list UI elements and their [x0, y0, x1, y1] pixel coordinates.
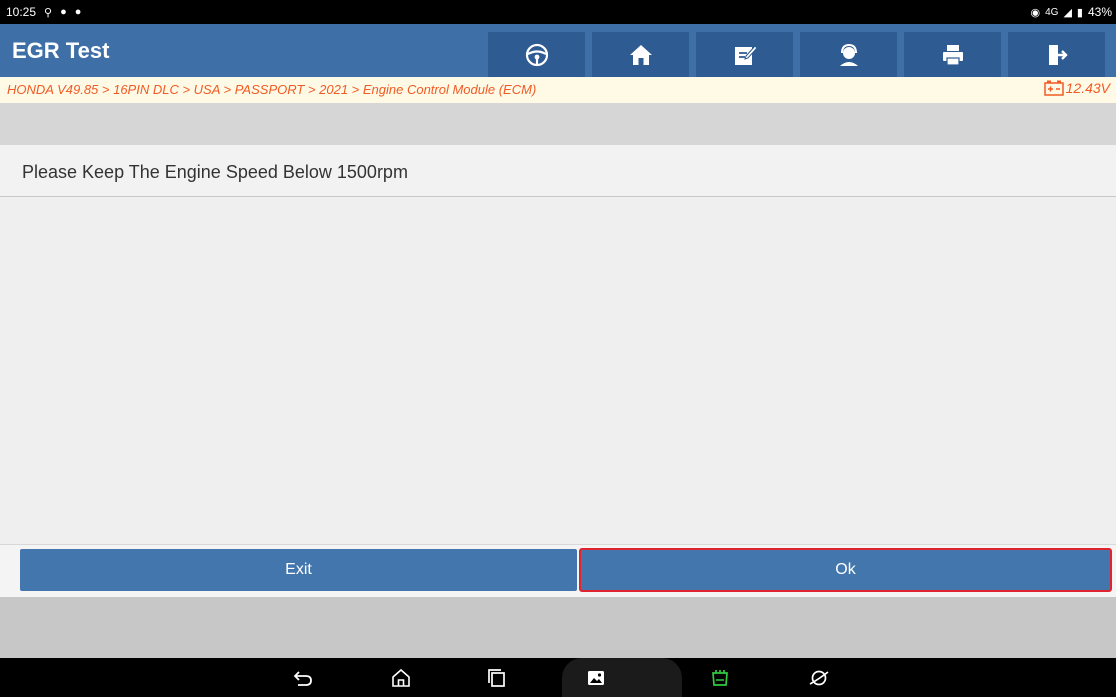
home-button[interactable]: [592, 32, 689, 77]
page-title: EGR Test: [12, 38, 110, 63]
breadcrumb: HONDA V49.85 > 16PIN DLC > USA > PASSPOR…: [0, 77, 1116, 103]
back-button[interactable]: [288, 664, 318, 692]
nav-highlight: [562, 658, 682, 697]
steering-wheel-icon: [525, 43, 548, 66]
exit-app-button[interactable]: [1008, 32, 1105, 77]
car-battery-icon: [1043, 80, 1064, 96]
print-icon: [942, 44, 963, 66]
section-header-band: [0, 103, 1116, 145]
edit-report-icon: [734, 44, 758, 65]
home-outline-icon: [392, 668, 410, 687]
ok-button[interactable]: Ok: [579, 548, 1112, 592]
breadcrumb-path: HONDA V49.85 > 16PIN DLC > USA > PASSPOR…: [7, 82, 537, 97]
vci-connector-icon: [712, 670, 728, 686]
instruction-row: Please Keep The Engine Speed Below 1500r…: [0, 145, 1116, 197]
home-icon: [629, 44, 652, 65]
battery-level: 43%: [1087, 5, 1112, 19]
android-navigation-bar: [0, 658, 1116, 697]
browser-button[interactable]: [804, 664, 834, 692]
instruction-text: Please Keep The Engine Speed Below 1500r…: [22, 162, 408, 182]
vehicle-menu-button[interactable]: [488, 32, 585, 77]
battery-icon: ▮: [1076, 6, 1083, 19]
battery-voltage: 12.43V: [1043, 80, 1110, 96]
support-agent-icon: [839, 43, 858, 66]
chat-notification-icon: ●: [60, 6, 67, 18]
network-type: 4G: [1045, 6, 1059, 18]
recents-button[interactable]: [482, 664, 512, 692]
support-button[interactable]: [800, 32, 897, 77]
chat-notification-icon: ●: [74, 6, 82, 18]
content-area: [0, 197, 1116, 544]
vibrate-icon: ◉: [1030, 6, 1041, 19]
app-header: EGR Test: [0, 24, 1116, 77]
exit-button[interactable]: Exit: [20, 549, 577, 591]
report-button[interactable]: [696, 32, 793, 77]
signal-icon: ◢: [1063, 6, 1072, 19]
vci-button[interactable]: [705, 664, 735, 692]
action-bar: Exit Ok: [0, 544, 1116, 597]
footer-band: [0, 597, 1116, 658]
print-button[interactable]: [904, 32, 1001, 77]
recents-icon: [488, 669, 505, 687]
clock: 10:25: [6, 5, 37, 19]
gallery-icon: [588, 671, 604, 685]
back-arrow-icon: [293, 671, 312, 686]
planet-icon: [809, 670, 829, 686]
usb-icon: ⚲: [44, 6, 53, 19]
home-nav-button[interactable]: [386, 664, 416, 692]
screenshot-button[interactable]: [581, 664, 611, 692]
voltage-value: 12.43V: [1065, 80, 1110, 96]
system-status-bar: 10:25 ⚲ ● ● ◉ 4G ◢ ▮ 43%: [0, 0, 1116, 24]
exit-door-icon: [1048, 44, 1068, 65]
